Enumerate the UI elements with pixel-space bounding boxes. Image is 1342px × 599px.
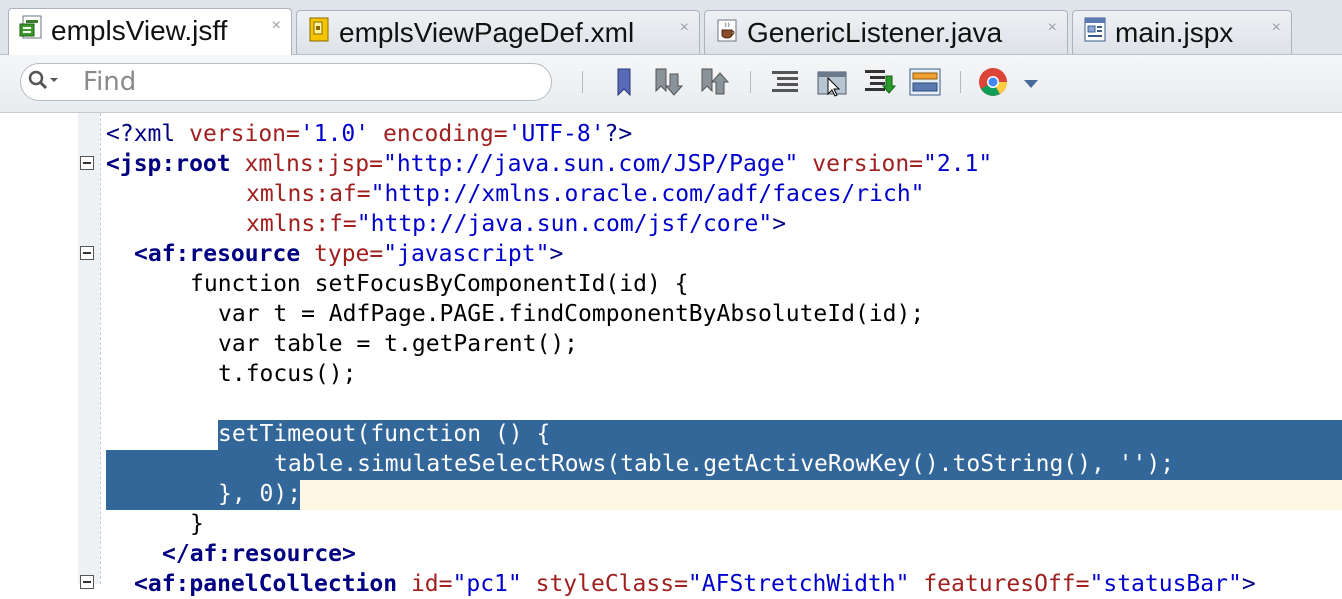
close-icon[interactable]: × (1048, 19, 1057, 37)
reformat-icon[interactable] (768, 66, 802, 98)
search-box[interactable] (20, 63, 552, 101)
next-bookmark-icon[interactable] (698, 66, 732, 98)
quick-doc-icon[interactable] (816, 66, 850, 98)
fold-toggle-icon[interactable] (80, 156, 94, 170)
code-line-3: xmlns:af="http://xmlns.oracle.com/adf/fa… (246, 181, 925, 207)
previous-bookmark-icon[interactable] (652, 66, 686, 98)
fold-toggle-icon[interactable] (80, 575, 94, 589)
code-line-2: <jsp:root xmlns:jsp="http://java.sun.com… (106, 151, 993, 177)
jsff-file-icon (19, 15, 42, 39)
code-line-8: var table = t.getParent(); (218, 331, 579, 357)
code-line-1: <?xml version='1.0' encoding='UTF-8'?> (106, 121, 633, 147)
gutter-divider (100, 113, 101, 584)
tab-genericlistener-java[interactable]: GenericListener.java × (704, 10, 1068, 54)
tab-label: main.jspx (1115, 17, 1234, 48)
surround-with-icon[interactable] (862, 66, 896, 98)
code-line-14: </af:resource> (162, 541, 356, 567)
structure-icon[interactable] (908, 66, 942, 98)
code-line-6: function setFocusByComponentId(id) { (190, 271, 689, 297)
toggle-bookmark-icon[interactable] (608, 66, 642, 98)
code-editor[interactable]: <?xml version='1.0' encoding='UTF-8'?> <… (0, 113, 1342, 597)
current-line-highlight (300, 480, 1342, 510)
close-icon[interactable]: × (272, 17, 281, 35)
close-icon[interactable]: × (680, 19, 689, 37)
tab-emplsviewpagedef-xml[interactable]: emplsViewPageDef.xml × (296, 10, 700, 54)
search-input[interactable] (83, 66, 543, 98)
toolbar-separator (582, 71, 583, 93)
dropdown-arrow-icon[interactable] (1020, 66, 1044, 98)
toolbar-separator (750, 71, 751, 93)
code-line-5: <af:resource type="javascript"> (134, 241, 564, 267)
editor-toolbar (0, 55, 1342, 113)
search-icon[interactable] (27, 69, 67, 93)
tab-emplsview-jsff[interactable]: emplsView.jsff × (8, 8, 292, 55)
tab-main-jspx[interactable]: main.jspx × (1072, 10, 1292, 54)
chrome-browser-icon[interactable] (976, 66, 1010, 98)
java-file-icon (717, 19, 737, 42)
code-line-11: table.simulateSelectRows(table.getActive… (274, 451, 1175, 477)
code-line-7: var t = AdfPage.PAGE.findComponentByAbso… (218, 301, 925, 327)
tab-label: GenericListener.java (747, 17, 1003, 48)
code-line-13: } (190, 511, 204, 537)
jspx-file-icon (1084, 17, 1106, 42)
toolbar-separator (960, 71, 961, 93)
close-icon[interactable]: × (1272, 19, 1281, 37)
code-line-4: xmlns:f="http://java.sun.com/jsf/core"> (246, 211, 787, 237)
fold-gutter (78, 113, 100, 584)
code-line-12: }, 0); (218, 481, 302, 507)
pagedef-file-icon (309, 17, 329, 42)
code-line-15: <af:panelCollection id="pc1" styleClass=… (134, 571, 1256, 597)
code-line-10: setTimeout(function () { (218, 421, 551, 447)
tab-label: emplsViewPageDef.xml (339, 17, 635, 48)
editor-tab-bar: emplsView.jsff × emplsViewPageDef.xml × … (0, 0, 1342, 55)
fold-toggle-icon[interactable] (80, 246, 94, 260)
tab-label: emplsView.jsff (51, 15, 228, 46)
code-line-9: t.focus(); (218, 361, 357, 387)
